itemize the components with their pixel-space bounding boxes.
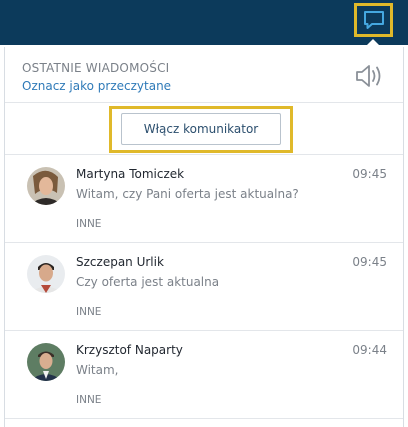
mark-as-read-link[interactable]: Oznacz jako przeczytane xyxy=(22,79,171,93)
sender-name: Szczepan Urlik xyxy=(76,255,164,269)
messages-title: OSTATNIE WIADOMOŚCI xyxy=(22,61,170,75)
top-bar xyxy=(0,0,408,47)
avatar xyxy=(27,343,65,381)
sender-name: Martyna Tomiczek xyxy=(76,167,185,181)
message-item[interactable]: Krzysztof Naparty 09:44 Witam, INNE xyxy=(5,331,403,419)
message-time: 09:45 xyxy=(352,167,387,181)
avatar xyxy=(27,255,65,293)
message-preview: Witam, czy Pani oferta jest aktualna? xyxy=(76,187,299,201)
speaker-icon xyxy=(356,65,381,87)
messages-header: OSTATNIE WIADOMOŚCI Oznacz jako przeczyt… xyxy=(5,47,403,103)
message-time: 09:44 xyxy=(352,343,387,357)
avatar xyxy=(27,167,65,205)
message-category: INNE xyxy=(76,218,102,230)
enable-messenger-area: Włącz komunikator xyxy=(5,103,403,155)
messages-button[interactable] xyxy=(354,3,393,37)
enable-messenger-button[interactable]: Włącz komunikator xyxy=(121,113,281,145)
message-item[interactable]: Szczepan Urlik 09:45 Czy oferta jest akt… xyxy=(5,243,403,331)
chat-bubble-icon xyxy=(363,11,384,29)
messages-dropdown: OSTATNIE WIADOMOŚCI Oznacz jako przeczyt… xyxy=(4,47,404,427)
message-preview: Witam, xyxy=(76,363,119,377)
message-item[interactable]: Martyna Tomiczek 09:45 Witam, czy Pani o… xyxy=(5,155,403,243)
message-category: INNE xyxy=(76,394,102,406)
sender-name: Krzysztof Naparty xyxy=(76,343,183,357)
message-category: INNE xyxy=(76,306,102,318)
message-preview: Czy oferta jest aktualna xyxy=(76,275,220,289)
message-time: 09:45 xyxy=(352,255,387,269)
sound-toggle-button[interactable] xyxy=(352,62,386,90)
dropdown-caret xyxy=(365,39,381,47)
